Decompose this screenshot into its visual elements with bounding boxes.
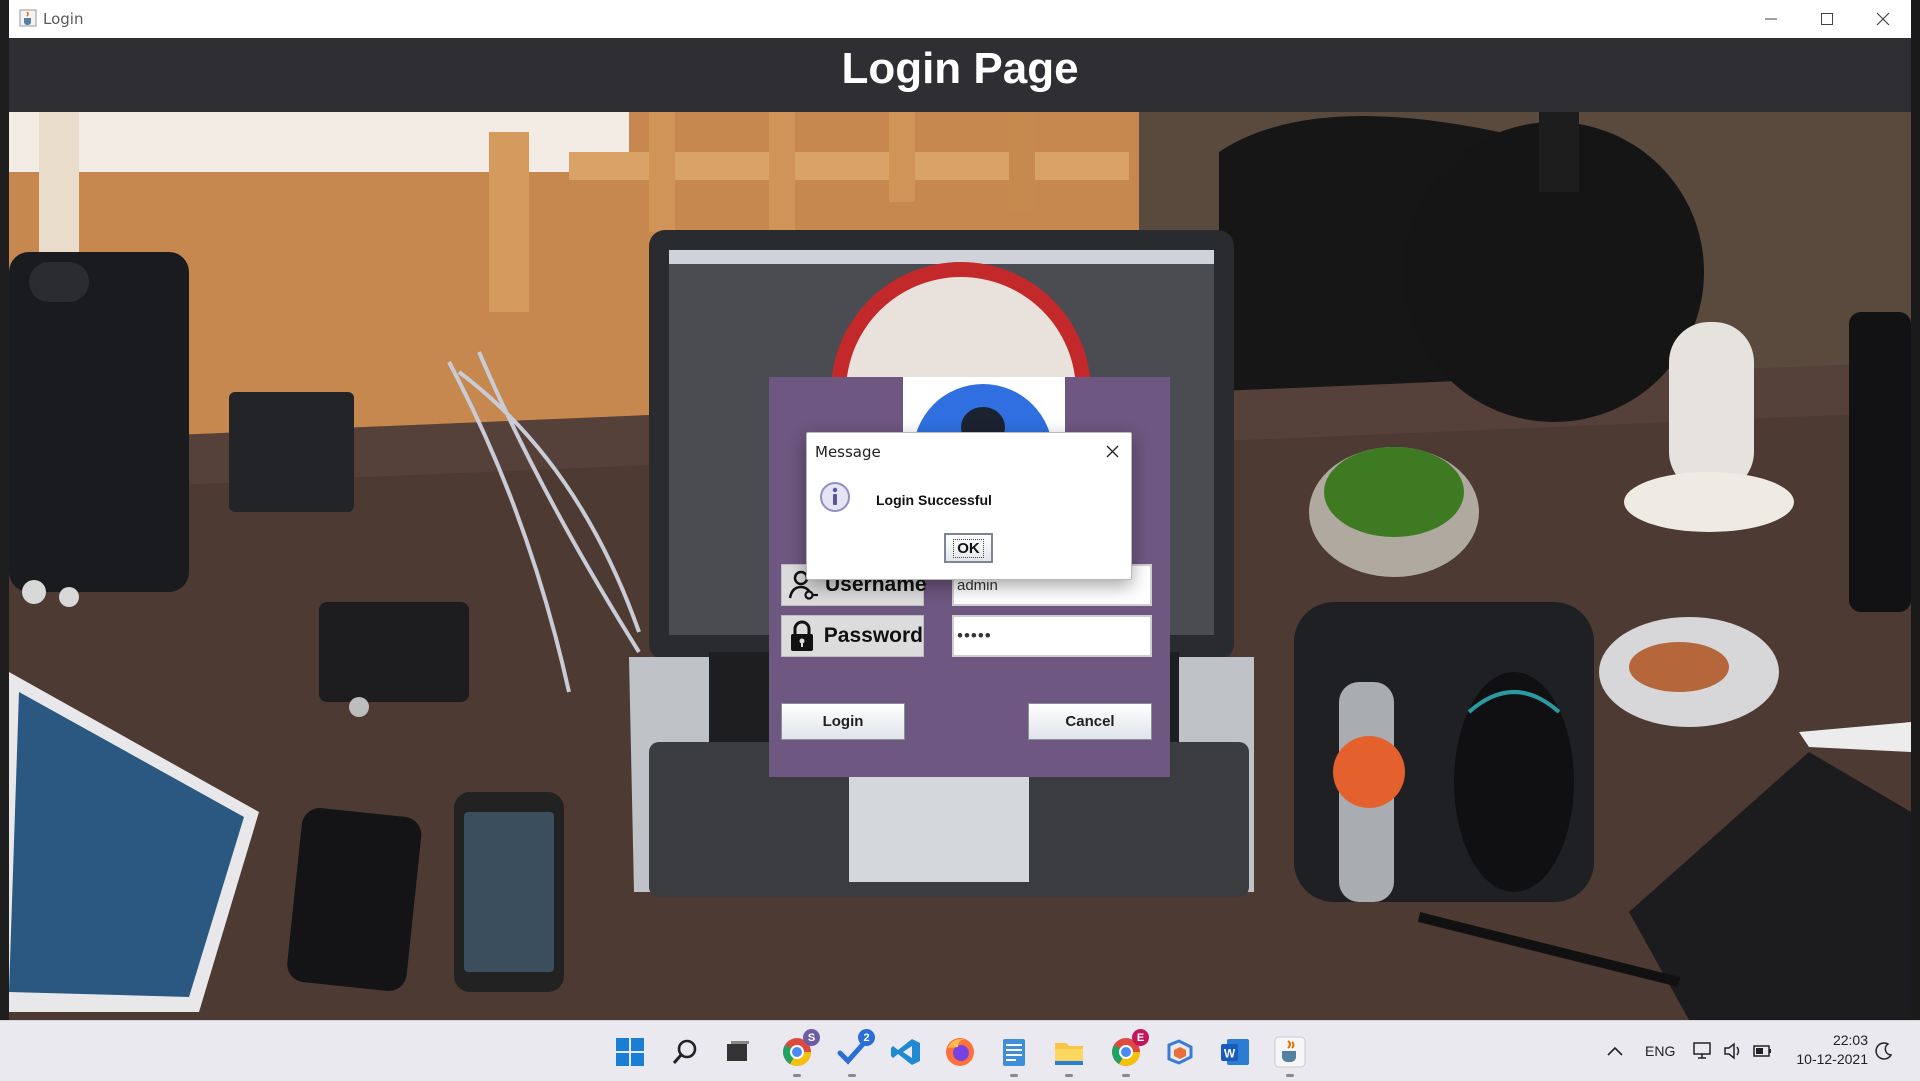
ok-button-label: OK	[953, 538, 984, 558]
running-indicator	[1010, 1074, 1018, 1077]
message-dialog: Message Login Successful OK	[806, 432, 1132, 580]
chrome-icon[interactable]: E	[1109, 1029, 1149, 1077]
close-icon	[1106, 445, 1118, 457]
java-icon[interactable]	[1273, 1035, 1307, 1077]
system-clock[interactable]: 22:03 10-12-2021	[1796, 1031, 1868, 1069]
page-title: Login Page	[841, 44, 1079, 93]
notification-icon[interactable]	[1873, 1040, 1895, 1062]
search-icon[interactable]	[669, 1035, 703, 1069]
vscode-icon[interactable]	[889, 1035, 923, 1069]
running-indicator	[1286, 1074, 1294, 1077]
chrome-badge: E	[1132, 1029, 1149, 1046]
chrome-profile-icon[interactable]: S	[780, 1029, 820, 1077]
windows-start-icon[interactable]	[613, 1035, 647, 1069]
todo-icon[interactable]: 2	[835, 1029, 875, 1077]
dialog-message: Login Successful	[876, 492, 992, 508]
language-indicator[interactable]: ENG	[1645, 1043, 1675, 1059]
task-view-icon[interactable]	[721, 1035, 755, 1069]
running-indicator	[1065, 1074, 1073, 1077]
copilot-icon[interactable]	[1163, 1035, 1197, 1069]
close-icon	[1876, 12, 1890, 26]
clock-time: 22:03	[1832, 1032, 1868, 1048]
password-label-box: Password	[781, 615, 924, 657]
minimize-button[interactable]	[1743, 0, 1799, 38]
battery-icon[interactable]	[1752, 1040, 1774, 1062]
java-cup-icon	[19, 9, 37, 27]
notepad-icon[interactable]	[997, 1035, 1031, 1077]
firefox-icon[interactable]	[943, 1035, 977, 1069]
file-explorer-icon[interactable]	[1052, 1035, 1086, 1077]
ok-button[interactable]: OK	[944, 533, 993, 563]
maximize-button[interactable]	[1799, 0, 1855, 38]
clock-date: 10-12-2021	[1796, 1051, 1868, 1067]
volume-icon[interactable]	[1722, 1040, 1744, 1062]
title-bar[interactable]: Login	[9, 0, 1911, 38]
chrome-profile-badge: S	[803, 1029, 820, 1046]
right-edge	[1911, 0, 1920, 1020]
word-icon[interactable]: W	[1218, 1035, 1252, 1069]
dialog-title: Message	[815, 443, 881, 461]
page-header: Login Page	[9, 38, 1911, 112]
lock-icon	[787, 619, 818, 653]
info-icon	[819, 481, 851, 513]
chevron-up-icon[interactable]	[1604, 1040, 1626, 1062]
svg-text:W: W	[1224, 1047, 1236, 1061]
close-button[interactable]	[1855, 0, 1911, 38]
password-label: Password	[823, 624, 923, 647]
login-window: Login Login Page Username admin Password…	[9, 0, 1911, 1020]
left-edge	[0, 0, 9, 1020]
running-indicator	[848, 1074, 856, 1077]
dialog-close-button[interactable]	[1101, 440, 1123, 462]
running-indicator	[793, 1074, 801, 1077]
window-title: Login	[43, 10, 84, 28]
running-indicator	[1122, 1074, 1130, 1077]
minimize-icon	[1765, 18, 1777, 20]
cancel-button[interactable]: Cancel	[1028, 703, 1152, 740]
login-button[interactable]: Login	[781, 703, 905, 740]
maximize-icon	[1821, 13, 1833, 25]
password-input[interactable]: •••••	[952, 615, 1152, 657]
network-icon[interactable]	[1692, 1040, 1714, 1062]
taskbar: S 2 E W ENG 22:03 10-12-2021	[0, 1020, 1920, 1081]
todo-badge: 2	[858, 1029, 875, 1046]
